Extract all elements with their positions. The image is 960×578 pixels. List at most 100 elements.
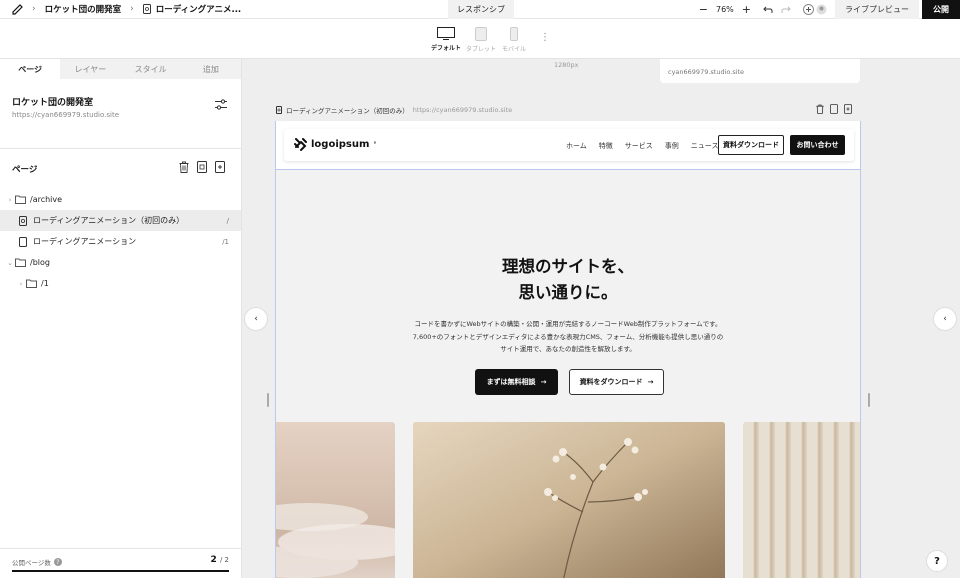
tree-item-label: ローディングアニメーション (33, 237, 137, 246)
site-nav-links: ホーム 特徴 サービス 事例 ニュース (566, 141, 718, 151)
add-page-icon[interactable] (215, 161, 225, 173)
chevron-right-icon[interactable]: › (5, 196, 15, 204)
hero-section[interactable]: 理想のサイトを、 思い通りに。 コードを書かずにWebサイトの構築・公開・運用が… (276, 169, 860, 578)
tree-item-slug: /1 (222, 237, 229, 246)
nav-link-news[interactable]: ニュース (691, 141, 719, 151)
duplicate-page-icon[interactable] (197, 161, 207, 173)
frame-title: ローディングアニメーション（初回のみ） (286, 107, 409, 115)
folder-icon (15, 258, 26, 267)
hero-photo-flowers[interactable] (413, 422, 725, 578)
free-consult-button[interactable]: まずは無料相談 → (475, 369, 558, 395)
site-logo[interactable]: logoipsum ° (294, 138, 376, 151)
pages-header: ページ (0, 149, 241, 189)
project-url: https://cyan669979.studio.site (12, 111, 119, 119)
device-bar: デフォルト タブレット モバイル ⋮ (0, 19, 960, 59)
add-page-icon[interactable] (844, 104, 852, 114)
tree-item-slug: / (226, 216, 229, 225)
more-vertical-icon[interactable]: ⋮ (540, 32, 550, 43)
desktop-icon (437, 27, 455, 40)
zoom-out-icon[interactable]: − (699, 3, 708, 16)
tree-page-loading-first[interactable]: ローディングアニメーション（初回のみ） / (0, 210, 241, 231)
chevron-right-icon: › (130, 4, 134, 14)
trash-icon[interactable] (816, 104, 824, 114)
published-pages-text: 公開ページ数 (12, 559, 51, 567)
site-frame[interactable]: logoipsum ° ホーム 特徴 サービス 事例 ニュース 資料ダウンロード … (275, 121, 861, 578)
published-count: 2 (210, 555, 217, 565)
chevron-down-icon[interactable]: ⌄ (5, 259, 15, 267)
sidebar: ページ レイヤー スタイル 追加 ロケット団の開発室 https://cyan6… (0, 59, 242, 578)
avatar[interactable] (816, 4, 827, 15)
arrow-right-icon: → (540, 378, 547, 386)
tab-add[interactable]: 追加 (181, 59, 241, 79)
resize-handle-right[interactable] (868, 393, 870, 407)
zoom-level[interactable]: 76% (716, 5, 734, 14)
top-bar: › ロケット団の開発室 › ローディングアニメ... レスポンシブ − 76% … (0, 0, 960, 19)
home-page-icon (19, 215, 27, 226)
tab-layers[interactable]: レイヤー (60, 59, 120, 79)
arrow-right-icon: → (647, 378, 654, 386)
resize-handle-left[interactable] (267, 393, 269, 407)
pages-actions (179, 161, 225, 173)
breadcrumb-project[interactable]: ロケット団の開発室 (45, 3, 122, 15)
breadcrumb: › ロケット団の開発室 › ローディングアニメ... (0, 0, 241, 19)
topbar-actions: − 76% + ライブプレビュー 公開 (699, 0, 960, 19)
previous-frame-url: cyan669979.studio.site (668, 68, 745, 76)
help-button[interactable]: ? (926, 550, 948, 572)
hero-title-line1: 理想のサイトを、 (502, 257, 634, 276)
canvas[interactable]: 1280px cyan669979.studio.site ローディングアニメー… (242, 59, 960, 578)
frame-actions (816, 104, 852, 114)
tree-folder-archive[interactable]: › /archive (0, 189, 241, 210)
live-preview-button[interactable]: ライブプレビュー (835, 0, 919, 19)
breadcrumb-page[interactable]: ローディングアニメ... (156, 3, 241, 15)
contact-button[interactable]: お問い合わせ (790, 135, 845, 155)
tab-pages[interactable]: ページ (0, 59, 61, 79)
page-file-icon (142, 4, 151, 14)
previous-frame[interactable]: cyan669979.studio.site (660, 59, 860, 83)
download-button[interactable]: 資料ダウンロード (718, 135, 784, 155)
download-docs-button[interactable]: 資料をダウンロード → (569, 369, 664, 395)
nav-link-services[interactable]: サービス (625, 141, 653, 151)
nav-link-features[interactable]: 特徴 (599, 141, 613, 151)
page-icon (19, 236, 27, 247)
tree-folder-blog-1[interactable]: › /1 (0, 273, 241, 294)
device-mobile[interactable]: モバイル (502, 27, 526, 53)
device-default[interactable]: デフォルト (431, 27, 461, 52)
chevron-right-icon[interactable]: › (16, 280, 26, 288)
hero-photo-clouds[interactable] (276, 422, 395, 578)
logo-icon (294, 138, 307, 151)
add-collaborator-icon[interactable] (803, 4, 814, 15)
help-icon[interactable]: ? (53, 558, 62, 566)
project-info: ロケット団の開発室 https://cyan669979.studio.site (0, 79, 241, 149)
hero-photo-curtain[interactable] (743, 422, 860, 578)
site-header[interactable]: logoipsum ° ホーム 特徴 サービス 事例 ニュース 資料ダウンロード … (284, 129, 854, 161)
tab-styles[interactable]: スタイル (121, 59, 181, 79)
page-file-icon (276, 106, 282, 114)
collapse-right-arrow[interactable]: ‹ (933, 307, 957, 331)
collapse-left-arrow[interactable]: ‹ (244, 307, 268, 331)
device-tablet[interactable]: タブレット (466, 27, 496, 53)
tree-page-loading[interactable]: ローディングアニメーション /1 (0, 231, 241, 252)
redo-icon[interactable] (781, 6, 791, 14)
tree-item-label: /1 (41, 279, 49, 288)
zoom-in-icon[interactable]: + (742, 3, 751, 16)
duplicate-page-icon[interactable] (830, 104, 838, 114)
frame-label[interactable]: ローディングアニメーション（初回のみ） https://cyan669979.s… (276, 105, 512, 115)
publish-button[interactable]: 公開 (922, 0, 960, 19)
hero-title: 理想のサイトを、 思い通りに。 (276, 254, 860, 306)
device-default-label: デフォルト (431, 45, 462, 52)
tree-item-label: /archive (30, 195, 63, 204)
page-tree: › /archive ローディングアニメーション（初回のみ） / ローディングア… (0, 189, 241, 294)
undo-icon[interactable] (763, 6, 773, 14)
device-mobile-label: モバイル (502, 46, 527, 53)
published-pages-count: 2 / 2 (211, 555, 229, 565)
free-consult-label: まずは無料相談 (486, 378, 536, 386)
nav-link-home[interactable]: ホーム (566, 141, 587, 151)
settings-sliders-icon[interactable] (215, 99, 227, 110)
trash-icon[interactable] (179, 161, 189, 173)
tablet-icon (475, 27, 487, 41)
tree-folder-blog[interactable]: ⌄ /blog (0, 252, 241, 273)
pen-icon[interactable] (12, 3, 23, 15)
device-tablet-label: タブレット (466, 46, 497, 53)
nav-link-cases[interactable]: 事例 (665, 141, 679, 151)
tab-responsive[interactable]: レスポンシブ (448, 0, 514, 19)
